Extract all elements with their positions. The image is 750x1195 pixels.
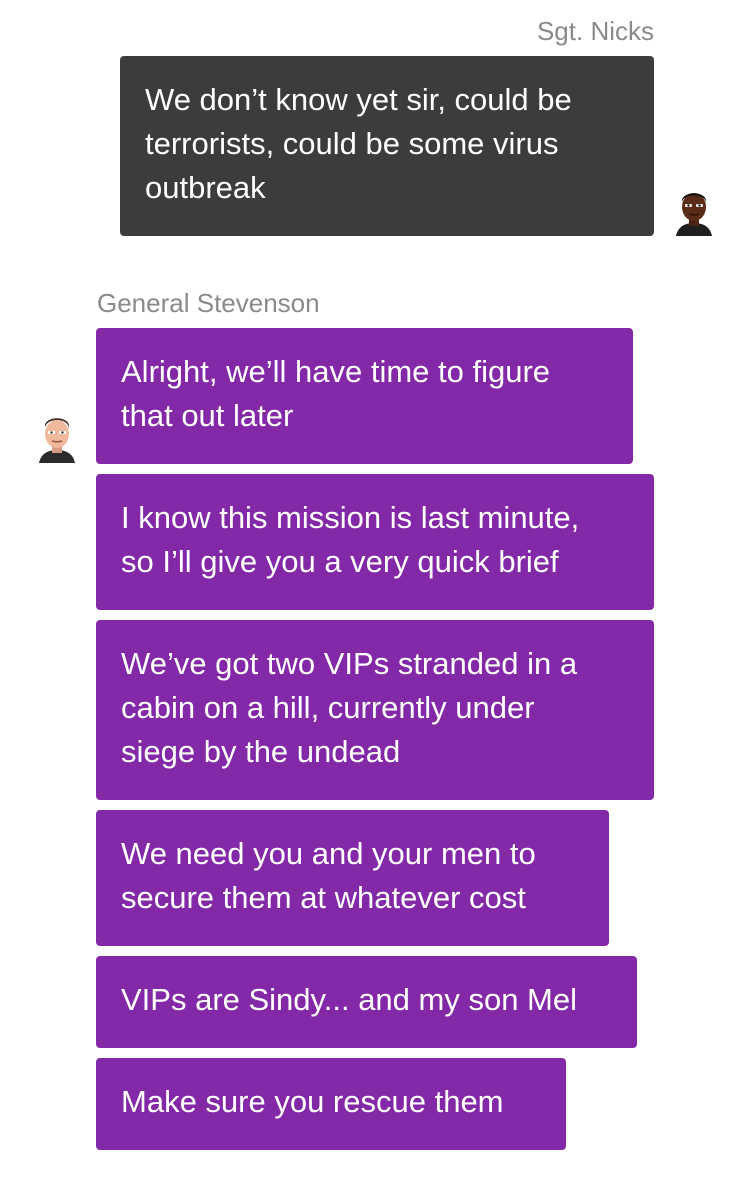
sender-name-general-stevenson: General Stevenson [97, 288, 320, 318]
message-line: cabin on a hill, currently under [121, 690, 535, 725]
message-line: Alright, we’ll have time to figure [121, 354, 551, 389]
message-line: We don’t know yet sir, could be [145, 82, 572, 117]
message-bubble[interactable]: We need you and your men to secure them … [96, 810, 609, 946]
message-bubble[interactable]: Alright, we’ll have time to figure that … [96, 328, 633, 464]
sender-name-sgt-nicks: Sgt. Nicks [536, 16, 654, 46]
message-line: terrorists, could be some virus [145, 126, 559, 161]
message-bubble[interactable]: I know this mission is last minute, so I… [96, 474, 654, 610]
message-line: I know this mission is last minute, [121, 500, 580, 535]
message-line: siege by the undead [121, 734, 401, 769]
message-line: so I’ll give you a very quick brief [121, 544, 559, 579]
message-line: VIPs are Sindy... and my son Mel [121, 982, 578, 1017]
message-line: We’ve got two VIPs stranded in a [121, 646, 578, 681]
message-bubble[interactable]: We don’t know yet sir, could be terroris… [120, 56, 654, 236]
message-bubble[interactable]: We’ve got two VIPs stranded in a cabin o… [96, 620, 654, 800]
general-avatar-icon[interactable] [37, 415, 77, 463]
message-line: secure them at whatever cost [121, 880, 526, 915]
message-line: Make sure you rescue them [121, 1084, 504, 1119]
message-bubble[interactable]: Make sure you rescue them [96, 1058, 566, 1150]
soldier-avatar-icon[interactable] [674, 188, 714, 236]
message-line: outbreak [145, 170, 266, 205]
message-line: that out later [121, 398, 294, 433]
message-line: We need you and your men to [121, 836, 536, 871]
message-bubble[interactable]: VIPs are Sindy... and my son Mel [96, 956, 637, 1048]
